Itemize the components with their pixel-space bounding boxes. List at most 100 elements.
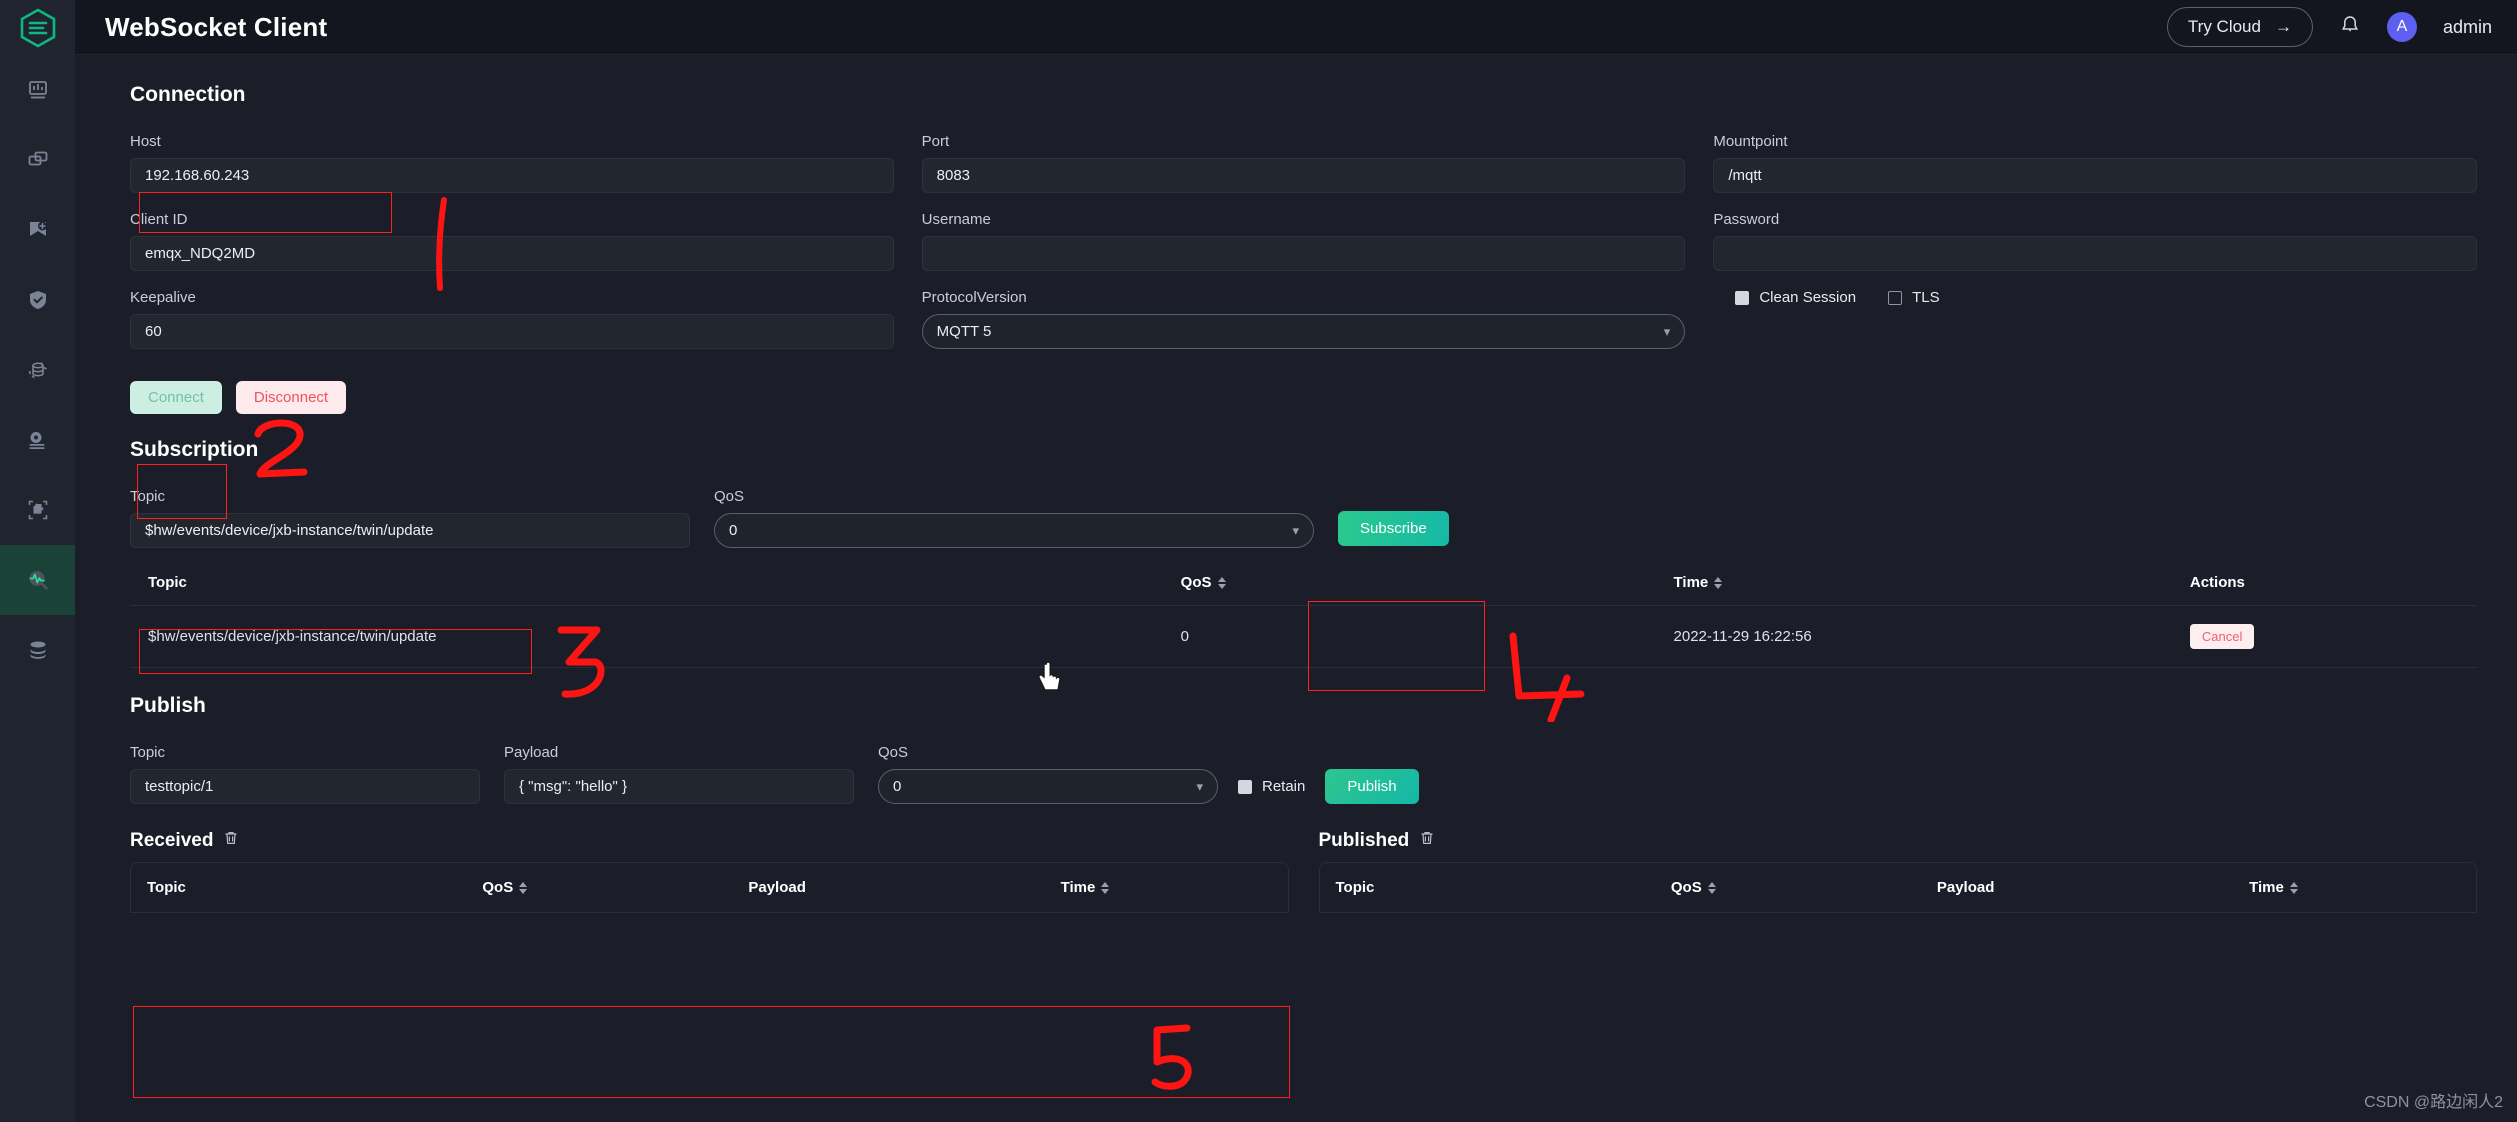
topics-bookmark-icon xyxy=(27,219,49,241)
topbar-actions: Try Cloud → A admin xyxy=(2166,7,2492,47)
publish-qos-label: QoS xyxy=(878,744,909,761)
brand-logo[interactable] xyxy=(0,0,75,55)
mountpoint-input[interactable]: /mqtt xyxy=(1713,158,2477,193)
connection-grid: Host 192.168.60.243 Port 8083 Mountpoint… xyxy=(130,133,2477,367)
table-row[interactable]: $hw/events/device/jxb-instance/twin/upda… xyxy=(130,605,2477,668)
publish-topic-label: Topic xyxy=(130,744,166,761)
subscription-title: Subscription xyxy=(130,438,259,461)
host-input[interactable]: 192.168.60.243 xyxy=(130,158,894,193)
sidebar-item-management[interactable] xyxy=(0,405,75,475)
sort-icon[interactable] xyxy=(519,882,528,895)
col-qos[interactable]: QoS xyxy=(1655,863,1921,912)
chevron-down-icon: ▾ xyxy=(1292,522,1299,538)
publish-row: Topic testtopic/1 Payload { "msg": "hell… xyxy=(130,744,2477,804)
content: Connection Host 192.168.60.243 Port 8083… xyxy=(75,55,2517,1122)
field-port: Port 8083 xyxy=(921,133,1686,193)
tls-label: TLS xyxy=(1912,289,1940,306)
col-time[interactable]: Time xyxy=(1045,863,1288,912)
connection-checkboxes: Clean Session TLS xyxy=(1713,289,2477,349)
layers-stack-icon xyxy=(27,639,49,661)
avatar[interactable]: A xyxy=(2386,12,2417,42)
subscribe-topic-input[interactable]: $hw/events/device/jxb-instance/twin/upda… xyxy=(130,513,690,548)
protocol-version-select[interactable]: MQTT 5 ▾ xyxy=(921,314,1686,349)
field-keepalive: Keepalive 60 xyxy=(130,289,894,349)
connect-button[interactable]: Connect xyxy=(130,381,222,414)
field-protocol-version: ProtocolVersion MQTT 5 ▾ xyxy=(921,289,1686,349)
col-qos-label: QoS xyxy=(1180,574,1212,591)
tls-checkbox[interactable]: TLS xyxy=(1888,289,1940,306)
publish-button[interactable]: Publish xyxy=(1325,769,1419,804)
sidebar-item-plugins[interactable] xyxy=(0,475,75,545)
received-panel: Received Topic QoS Payload Time xyxy=(130,830,1289,913)
shield-check-icon xyxy=(27,289,49,311)
subscribe-button[interactable]: Subscribe xyxy=(1338,511,1449,546)
bell-icon[interactable] xyxy=(2339,14,2361,41)
sort-icon[interactable] xyxy=(1217,577,1226,590)
port-label: Port xyxy=(921,133,950,150)
plugin-puzzle-icon xyxy=(27,499,49,521)
connection-buttons: Connect Disconnect xyxy=(130,381,2477,414)
field-password: Password xyxy=(1713,211,2477,271)
field-publish-topic: Topic testtopic/1 xyxy=(130,744,480,804)
field-host: Host 192.168.60.243 xyxy=(130,133,894,193)
col-time-label: Time xyxy=(2249,879,2284,896)
try-cloud-button[interactable]: Try Cloud → xyxy=(2166,7,2313,47)
password-label: Password xyxy=(1713,211,1780,228)
published-title: Published xyxy=(1318,830,1410,851)
sidebar-item-dashboard[interactable] xyxy=(0,55,75,125)
sidebar-item-clients[interactable] xyxy=(0,125,75,195)
col-time[interactable]: Time xyxy=(2233,863,2476,912)
clean-session-checkbox[interactable]: Clean Session xyxy=(1735,289,1856,306)
sort-icon[interactable] xyxy=(2289,882,2298,895)
received-header: Received xyxy=(130,830,1289,852)
field-username: Username xyxy=(921,211,1686,271)
col-qos[interactable]: QoS xyxy=(1162,560,1656,606)
client-id-input[interactable]: emqx_NDQ2MD xyxy=(130,236,894,271)
sort-icon[interactable] xyxy=(1714,577,1723,590)
user-name[interactable]: admin xyxy=(2443,17,2492,38)
checkbox-box-checked xyxy=(1735,290,1750,305)
chevron-down-icon: ▾ xyxy=(1663,323,1671,339)
page-title: WebSocket Client xyxy=(105,11,328,42)
publish-payload-input[interactable]: { "msg": "hello" } xyxy=(504,769,854,804)
app-root: WebSocket Client Try Cloud → A admin Con… xyxy=(0,0,2517,1122)
sidebar-item-access-control[interactable] xyxy=(0,265,75,335)
table-header-row: Topic QoS Payload Time xyxy=(131,863,1288,912)
sort-icon[interactable] xyxy=(1707,882,1716,895)
sort-icon[interactable] xyxy=(1101,882,1110,895)
sidebar-item-data-integration[interactable] xyxy=(0,335,75,405)
publish-qos-select[interactable]: 0 ▾ xyxy=(878,769,1218,804)
keepalive-input[interactable]: 60 xyxy=(130,314,894,349)
username-input[interactable] xyxy=(921,236,1686,271)
field-publish-payload: Payload { "msg": "hello" } xyxy=(504,744,854,804)
checkbox-box xyxy=(1888,290,1903,305)
col-qos[interactable]: QoS xyxy=(466,863,732,912)
port-input[interactable]: 8083 xyxy=(921,158,1686,193)
password-input[interactable] xyxy=(1713,236,2477,271)
col-qos-label: QoS xyxy=(1670,879,1702,896)
sidebar-item-general[interactable] xyxy=(0,615,75,685)
watermark: CSDN @路边闲人2 xyxy=(2364,1094,2503,1111)
subscribe-button-wrap: Subscribe xyxy=(1338,511,2477,548)
dashboard-icon xyxy=(27,79,49,101)
disconnect-button[interactable]: Disconnect xyxy=(235,381,347,414)
subscribe-qos-select[interactable]: 0 ▾ xyxy=(714,513,1314,548)
keepalive-label: Keepalive xyxy=(130,289,196,306)
main-area: WebSocket Client Try Cloud → A admin Con… xyxy=(75,0,2517,1122)
published-header: Published xyxy=(1319,830,2478,852)
clean-session-label: Clean Session xyxy=(1759,289,1857,306)
cancel-subscription-button[interactable]: Cancel xyxy=(2189,624,2255,649)
trash-icon[interactable] xyxy=(223,830,239,852)
sidebar-item-diagnose[interactable] xyxy=(0,545,75,615)
field-client-id: Client ID emqx_NDQ2MD xyxy=(130,211,894,271)
sidebar-item-topics[interactable] xyxy=(0,195,75,265)
publish-topic-input[interactable]: testtopic/1 xyxy=(130,769,480,804)
client-id-label: Client ID xyxy=(130,211,188,228)
col-actions: Actions xyxy=(2171,560,2477,606)
retain-label: Retain xyxy=(1262,778,1306,795)
col-time[interactable]: Time xyxy=(1655,560,2172,606)
subscribe-qos-label: QoS xyxy=(714,488,745,505)
trash-icon[interactable] xyxy=(1419,830,1435,852)
subscribe-topic-label: Topic xyxy=(130,488,166,505)
retain-checkbox[interactable]: Retain xyxy=(1238,778,1305,795)
